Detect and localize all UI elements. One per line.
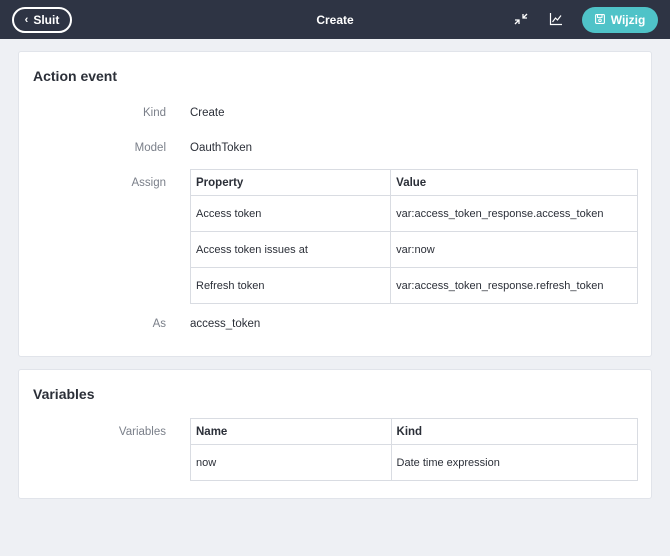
action-event-title: Action event <box>33 68 118 84</box>
name-cell: now <box>190 444 392 481</box>
collapse-arrows-icon[interactable] <box>512 10 530 28</box>
column-header-value: Value <box>390 169 638 196</box>
variables-card: Variables Variables Name Kind now Date t… <box>18 369 652 499</box>
model-label: Model <box>134 142 166 154</box>
edit-button[interactable]: Wijzig <box>582 7 658 33</box>
variables-title: Variables <box>33 386 95 402</box>
as-label: As <box>152 318 166 330</box>
assign-label: Assign <box>131 177 166 189</box>
table-header-row: Name Kind <box>190 418 639 445</box>
property-cell: Access token issues at <box>189 231 392 268</box>
page-title: Create <box>316 12 354 27</box>
as-value: access_token <box>190 318 261 330</box>
variables-label: Variables <box>118 426 166 438</box>
kind-cell: Date time expression <box>390 444 639 481</box>
table-row: Access token issues at var:now <box>189 231 638 268</box>
kind-value: Create <box>190 107 225 119</box>
close-button-label: Sluit <box>33 13 60 27</box>
kind-label: Kind <box>142 107 166 119</box>
property-cell: Refresh token <box>189 267 392 304</box>
edit-button-label: Wijzig <box>610 13 646 27</box>
value-cell: var:now <box>390 231 638 268</box>
close-button[interactable]: ‹ Sluit <box>12 7 72 33</box>
value-cell: var:access_token_response.refresh_token <box>390 267 638 304</box>
chevron-left-icon: ‹ <box>24 13 29 26</box>
value-cell: var:access_token_response.access_token <box>390 195 638 232</box>
line-chart-icon[interactable] <box>547 10 565 28</box>
table-row: Access token var:access_token_response.a… <box>189 195 638 232</box>
column-header-property: Property <box>189 169 392 196</box>
column-header-kind: Kind <box>390 418 639 445</box>
table-row: now Date time expression <box>190 444 639 481</box>
table-row: Refresh token var:access_token_response.… <box>189 267 638 304</box>
top-bar: ‹ Sluit Create Wijzig <box>0 0 670 39</box>
property-cell: Access token <box>189 195 392 232</box>
table-header-row: Property Value <box>189 169 638 196</box>
assign-table: Property Value Access token var:access_t… <box>189 169 638 304</box>
model-value: OauthToken <box>190 142 253 154</box>
variables-table: Name Kind now Date time expression <box>190 418 639 481</box>
column-header-name: Name <box>190 418 392 445</box>
save-disk-icon <box>594 13 605 27</box>
action-event-card: Action event Kind Create Model OauthToke… <box>18 51 652 357</box>
